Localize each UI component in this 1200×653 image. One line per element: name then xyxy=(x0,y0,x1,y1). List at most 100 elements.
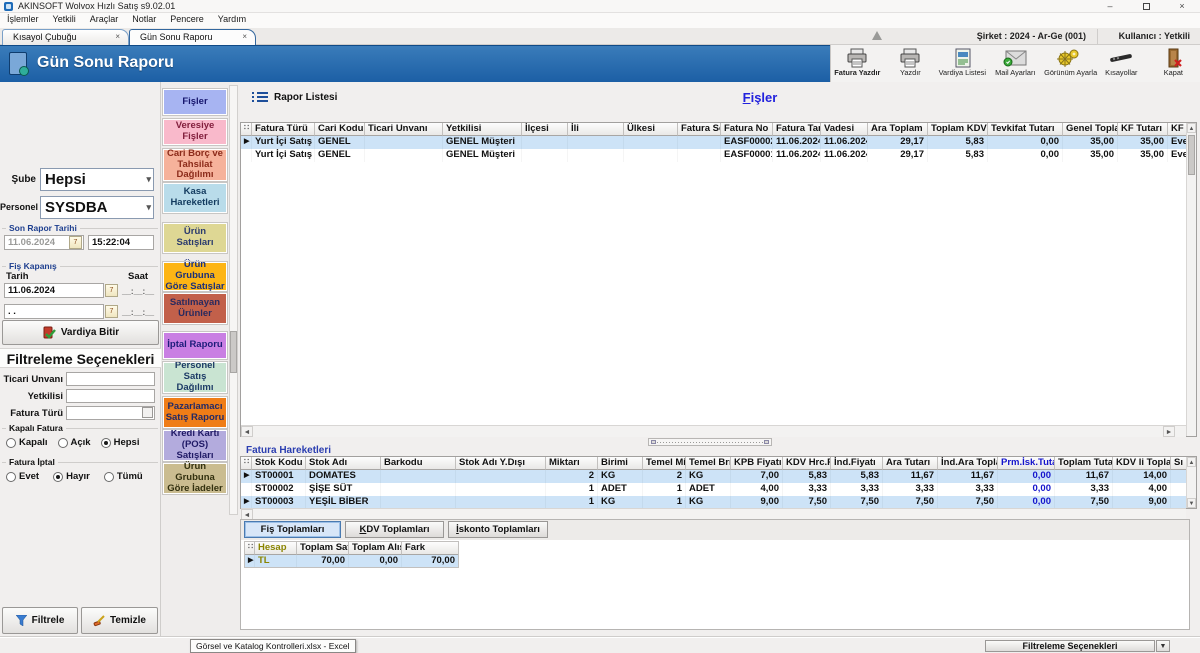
column-header[interactable]: Stok Adı Y.Dışı xyxy=(456,457,546,470)
menu-item-araçlar[interactable]: Araçlar xyxy=(83,13,126,25)
cell[interactable]: 35,00 xyxy=(1118,136,1168,149)
column-header[interactable]: KF D xyxy=(1168,123,1188,136)
filtrele-button[interactable]: Filtrele xyxy=(2,607,78,634)
invoices-hscrollbar[interactable]: ◄ ► xyxy=(241,425,1186,437)
status-filter-button[interactable]: Filtreleme Seçenekleri xyxy=(985,640,1155,652)
cell[interactable] xyxy=(456,470,546,483)
cell[interactable]: 11.06.2024 15 xyxy=(773,136,821,149)
cell[interactable] xyxy=(568,136,624,149)
column-header[interactable]: Miktarı xyxy=(546,457,598,470)
column-header[interactable]: Barkodu xyxy=(381,457,456,470)
invoices-vscrollbar[interactable]: ▲ xyxy=(1186,123,1196,436)
calendar-icon[interactable]: 7 xyxy=(105,305,118,318)
cell[interactable]: DOMATES xyxy=(306,470,381,483)
menu-item-yardım[interactable]: Yardım xyxy=(211,13,253,25)
tab-gun-sonu-raporu[interactable]: Gün Sonu Raporu× xyxy=(129,29,256,45)
totals-tab-i-skonto-toplamları[interactable]: İskonto Toplamları xyxy=(448,521,548,538)
toolbar-button-invoice-print[interactable]: Fatura Yazdır xyxy=(831,45,884,82)
menu-item-yetkili[interactable]: Yetkili xyxy=(46,13,83,25)
cell[interactable]: ŞİŞE SÜT xyxy=(306,483,381,496)
cell[interactable] xyxy=(381,470,456,483)
column-header[interactable]: Ülkesi xyxy=(624,123,678,136)
cell[interactable] xyxy=(365,149,443,162)
table-row[interactable]: ▶ST00001DOMATES2KG2KG7,005,835,8311,6711… xyxy=(241,470,1196,483)
cell[interactable]: EASF00002 xyxy=(721,136,773,149)
cell[interactable] xyxy=(568,149,624,162)
menu-item-pencere[interactable]: Pencere xyxy=(163,13,211,25)
toolbar-button-shift-list[interactable]: Vardiya Listesi xyxy=(936,45,989,82)
cell[interactable] xyxy=(624,149,678,162)
column-header[interactable]: KDV Hrc.Fiyat xyxy=(783,457,831,470)
calendar-icon[interactable]: 7 xyxy=(105,284,118,297)
radio-tümü[interactable]: Tümü xyxy=(104,471,143,482)
cell[interactable]: 5,83 xyxy=(928,136,988,149)
cell[interactable]: Eve xyxy=(1168,136,1188,149)
report-button-cari-borç-ve-tahsilat-dağılımı[interactable]: Cari Borç ve Tahsilat Dağılımı xyxy=(163,149,227,181)
splitter-slider[interactable] xyxy=(648,438,772,446)
totals-tab-fiş-toplamları[interactable]: Fiş Toplamları xyxy=(244,521,341,538)
column-header[interactable]: Temel Mik. xyxy=(643,457,686,470)
cell[interactable]: ST00002 xyxy=(252,483,306,496)
cell[interactable]: 35,00 xyxy=(1063,149,1118,162)
yetkilisi-input[interactable] xyxy=(66,389,155,403)
cell[interactable]: GENEL Müşteri xyxy=(443,149,522,162)
cell[interactable]: 11,67 xyxy=(883,470,938,483)
column-header[interactable]: İli xyxy=(568,123,624,136)
cell[interactable]: 11,67 xyxy=(1055,470,1113,483)
report-button-pazarlamacı-satış-raporu[interactable]: Pazarlamacı Satış Raporu xyxy=(163,397,227,428)
cell[interactable] xyxy=(522,136,568,149)
column-header[interactable]: Cari Kodu xyxy=(315,123,365,136)
cell[interactable]: 3,33 xyxy=(938,483,998,496)
report-button-kredi-kartı-pos-satışları[interactable]: Kredi Kartı (POS) Satışları xyxy=(163,430,227,461)
column-header[interactable]: İnd.Ara Toplam xyxy=(938,457,998,470)
cell[interactable]: KG xyxy=(686,470,731,483)
totals-tab-kdv-toplamları[interactable]: KDV Toplamları xyxy=(345,521,444,538)
report-button-ürun-grubuna-göre-i-adeler[interactable]: Ürun Grubuna Göre İadeler xyxy=(163,463,227,494)
column-header[interactable]: Yetkilisi xyxy=(443,123,522,136)
radio-hepsi[interactable]: Hepsi xyxy=(101,437,140,448)
report-button-personel-satış-dağılımı[interactable]: Personel Satış Dağılımı xyxy=(163,362,227,393)
temizle-button[interactable]: Temizle xyxy=(81,607,158,634)
cell[interactable]: 70,00 xyxy=(297,555,349,568)
report-button-ürün-grubuna-göre-satışlar[interactable]: Ürün Grubuna Göre Satışlar xyxy=(163,262,227,291)
calendar-icon[interactable]: 7 xyxy=(69,236,82,249)
cell[interactable] xyxy=(678,136,721,149)
report-button-i-ptal-raporu[interactable]: İptal Raporu xyxy=(163,332,227,359)
column-header[interactable]: KF Tutarı xyxy=(1118,123,1168,136)
cell[interactable]: 29,17 xyxy=(868,136,928,149)
cell[interactable]: 11.06.2024 15 xyxy=(773,149,821,162)
cell[interactable]: GENEL Müşteri xyxy=(443,136,522,149)
ticari-unvani-input[interactable] xyxy=(66,372,155,386)
toolbar-button-print[interactable]: Yazdır xyxy=(884,45,937,82)
chevron-down-icon[interactable]: ▼ xyxy=(1156,640,1170,652)
cell[interactable] xyxy=(365,136,443,149)
cell[interactable]: 14,00 xyxy=(1113,470,1171,483)
scroll-down-icon[interactable]: ▼ xyxy=(1187,498,1196,508)
column-header[interactable]: Fark xyxy=(402,542,459,555)
cell[interactable]: ADET xyxy=(686,483,731,496)
scrollbar-thumb[interactable] xyxy=(230,331,237,373)
cell[interactable]: 4,00 xyxy=(731,483,783,496)
column-header[interactable]: Birimi xyxy=(598,457,643,470)
tab-close-icon[interactable]: × xyxy=(242,32,247,41)
report-button-kasa-hareketleri[interactable]: Kasa Hareketleri xyxy=(163,183,227,213)
cell[interactable] xyxy=(624,136,678,149)
radio-kapalı[interactable]: Kapalı xyxy=(6,437,48,448)
column-header[interactable]: KPB Fiyatı xyxy=(731,457,783,470)
sube-combo[interactable]: Hepsi▾ xyxy=(40,168,154,191)
cell[interactable]: 35,00 xyxy=(1063,136,1118,149)
radio-açık[interactable]: Açık xyxy=(58,437,91,448)
report-button-ürün-satışları[interactable]: Ürün Satışları xyxy=(163,223,227,253)
cell[interactable]: 1 xyxy=(643,483,686,496)
cell[interactable]: 11.06.2024 xyxy=(821,149,868,162)
report-button-satılmayan-ürünler[interactable]: Satılmayan Ürünler xyxy=(163,293,227,324)
column-header[interactable]: Temel Brm. xyxy=(686,457,731,470)
column-header[interactable]: Ara Toplam xyxy=(868,123,928,136)
kapanis-time-mask-1[interactable]: __:__:__ xyxy=(122,287,154,296)
tab-close-icon[interactable]: × xyxy=(115,32,120,41)
cell[interactable]: 4,00 xyxy=(1113,483,1171,496)
table-row[interactable]: ▶TL70,000,0070,00 xyxy=(245,555,458,568)
table-row[interactable]: ST00002ŞİŞE SÜT1ADET1ADET4,003,333,333,3… xyxy=(241,483,1196,496)
scrollbar-thumb[interactable] xyxy=(1188,135,1195,175)
column-header[interactable]: Toplam Alış xyxy=(349,542,402,555)
